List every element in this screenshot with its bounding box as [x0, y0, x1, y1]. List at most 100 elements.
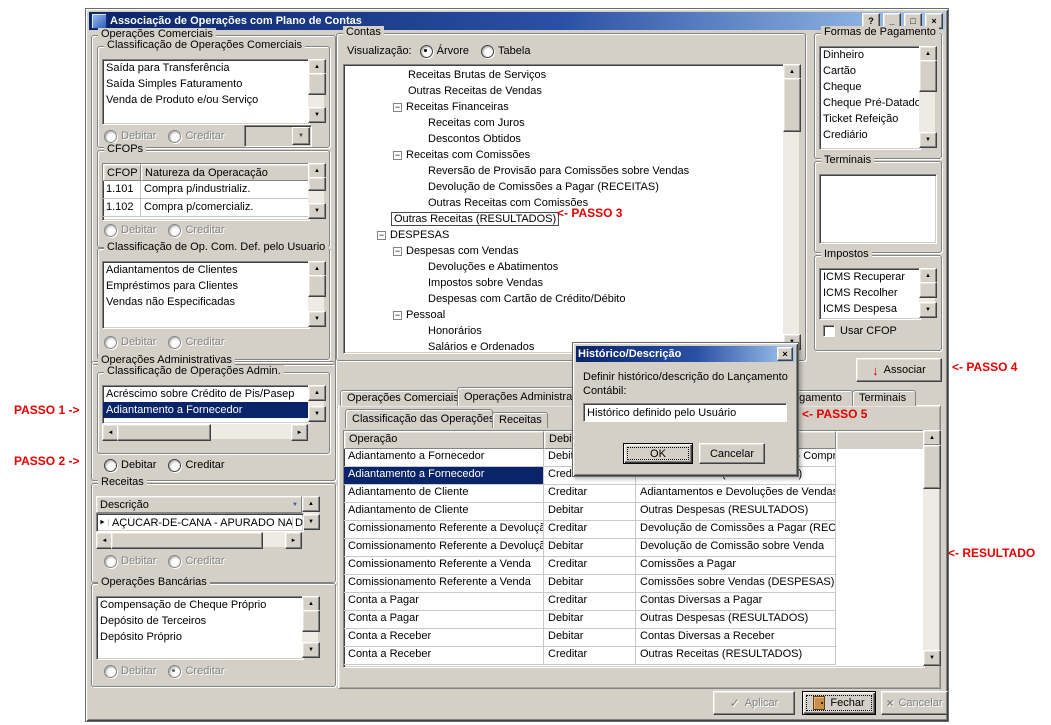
- cfop-row[interactable]: 1.102 Compra p/comercializ.: [103, 199, 309, 217]
- grid-row[interactable]: Comissionamento Referente a Devolução De…: [344, 539, 924, 557]
- radio-creditar[interactable]: [168, 459, 181, 472]
- tree-item[interactable]: Impostos sobre Vendas: [344, 275, 784, 291]
- vertical-scrollbar[interactable]: ▲ ▼: [308, 385, 324, 422]
- tree-item[interactable]: Devoluções e Abatimentos: [344, 259, 784, 275]
- natureza-cell[interactable]: Compra p/industrializ.: [141, 181, 309, 199]
- tree-item[interactable]: −Despesas com Vendas: [344, 243, 784, 259]
- list-item[interactable]: Vendas não Especificadas: [103, 294, 309, 310]
- receitas-row[interactable]: ► AÇÚCAR-DE-CANA - APURADO NA DAPI D: [96, 513, 304, 532]
- collapse-icon[interactable]: −: [393, 103, 402, 112]
- filter-icon[interactable]: ▼: [292, 502, 298, 508]
- grid-cell[interactable]: Debitar: [544, 575, 636, 593]
- grid-cell[interactable]: Comissionamento Referente a Devolução: [344, 521, 544, 539]
- list-item[interactable]: Depósito Próprio: [97, 629, 303, 645]
- collapse-icon[interactable]: −: [393, 311, 402, 320]
- tab-terminais[interactable]: Terminais: [852, 390, 916, 406]
- subtab-classificacao-operacoes[interactable]: Classificação das Operações: [345, 409, 493, 428]
- scrollbar-thumb[interactable]: [111, 532, 263, 549]
- list-item[interactable]: Saída Simples Faturamento: [103, 76, 309, 92]
- list-item[interactable]: Ticket Refeição: [820, 111, 920, 127]
- grid-cell[interactable]: Debitar: [544, 629, 636, 647]
- dialog-close-icon[interactable]: ×: [777, 347, 793, 361]
- scroll-down-icon[interactable]: ▼: [302, 514, 320, 530]
- vertical-scrollbar[interactable]: ▲ ▼: [302, 496, 318, 530]
- tree-item[interactable]: −Receitas Financeiras: [344, 99, 784, 115]
- list-item[interactable]: Compensação de Cheque Próprio: [97, 597, 303, 613]
- tree-item[interactable]: Receitas Brutas de Serviços: [344, 67, 784, 83]
- list-item-selected[interactable]: Adiantamento a Fornecedor: [103, 402, 309, 418]
- grid-cell[interactable]: Outras Receitas (RESULTADOS): [636, 647, 836, 665]
- vertical-scrollbar[interactable]: ▲ ▼: [308, 261, 324, 327]
- grid-row[interactable]: Conta a Receber Creditar Outras Receitas…: [344, 647, 924, 665]
- list-item[interactable]: Saída para Transferência: [103, 60, 309, 76]
- cfop-cell[interactable]: 1.102: [103, 199, 141, 217]
- scrollbar-thumb[interactable]: [302, 610, 320, 632]
- scrollbar-thumb[interactable]: [783, 78, 801, 132]
- tree-item[interactable]: Descontos Obtidos: [344, 131, 784, 147]
- scroll-down-icon[interactable]: ▼: [923, 650, 941, 666]
- grid-row[interactable]: Comissionamento Referente a Venda Credit…: [344, 557, 924, 575]
- list-impostos[interactable]: ICMS Recuperar ICMS Recolher ICMS Despes…: [819, 268, 921, 320]
- list-item[interactable]: Cheque Pré-Datado: [820, 95, 920, 111]
- grid-row[interactable]: Conta a Receber Debitar Contas Diversas …: [344, 629, 924, 647]
- scrollbar-thumb[interactable]: [919, 282, 937, 298]
- grid-cell[interactable]: Conta a Receber: [344, 647, 544, 665]
- list-item[interactable]: Cartão: [820, 63, 920, 79]
- natureza-cell[interactable]: Compra p/comercializ.: [141, 199, 309, 217]
- scroll-down-icon[interactable]: ▼: [308, 203, 326, 219]
- scrollbar-thumb[interactable]: [117, 424, 211, 441]
- list-item[interactable]: Adiantamentos de Clientes: [103, 262, 309, 278]
- descricao-column-header[interactable]: Descrição ▼: [96, 496, 302, 513]
- grid-row[interactable]: Conta a Pagar Debitar Outras Despesas (R…: [344, 611, 924, 629]
- grid-header-operacao[interactable]: Operação: [344, 431, 544, 449]
- collapse-icon[interactable]: −: [393, 247, 402, 256]
- collapse-icon[interactable]: −: [393, 151, 402, 160]
- natureza-column-header[interactable]: Natureza da Operacação: [141, 164, 309, 181]
- tree-item[interactable]: −DESPESAS: [344, 227, 784, 243]
- associar-button[interactable]: ↓ Associar: [856, 358, 942, 382]
- grid-row[interactable]: Conta a Pagar Creditar Contas Diversas a…: [344, 593, 924, 611]
- scroll-up-icon[interactable]: ▲: [923, 430, 941, 446]
- cfop-row[interactable]: 1.101 Compra p/industrializ.: [103, 181, 309, 199]
- grid-cell[interactable]: Conta a Receber: [344, 629, 544, 647]
- vertical-scrollbar[interactable]: ▲ ▼: [919, 46, 935, 148]
- list-item[interactable]: Empréstimos para Clientes: [103, 278, 309, 294]
- grid-cell[interactable]: Comissionamento Referente a Devolução: [344, 539, 544, 557]
- fechar-button[interactable]: Fechar: [802, 691, 876, 715]
- radio-tabela[interactable]: [481, 45, 494, 58]
- grid-cell[interactable]: Adiantamento a Fornecedor: [344, 467, 544, 485]
- tree-item[interactable]: −Pessoal: [344, 307, 784, 323]
- scrollbar-thumb[interactable]: [308, 177, 326, 191]
- vertical-scrollbar[interactable]: ▲ ▼: [919, 268, 935, 318]
- grid-cell[interactable]: Debitar: [544, 611, 636, 629]
- grid-row[interactable]: Adiantamento de Cliente Creditar Adianta…: [344, 485, 924, 503]
- list-def-usuario[interactable]: Adiantamentos de Clientes Empréstimos pa…: [102, 261, 310, 329]
- tree-item[interactable]: −Receitas com Comissões: [344, 147, 784, 163]
- dialog-title-bar[interactable]: Histórico/Descrição ×: [576, 346, 795, 362]
- scroll-down-icon[interactable]: ▼: [919, 302, 937, 318]
- scrollbar-thumb[interactable]: [308, 73, 326, 95]
- scroll-right-icon[interactable]: ►: [291, 424, 308, 441]
- grid-cell[interactable]: Adiantamento de Cliente: [344, 503, 544, 521]
- grid-cell[interactable]: Adiantamento a Fornecedor: [344, 449, 544, 467]
- list-item[interactable]: Depósito de Terceiros: [97, 613, 303, 629]
- scroll-down-icon[interactable]: ▼: [308, 107, 326, 123]
- cfop-grid[interactable]: CFOP ▲ Natureza da Operacação 1.101 Comp…: [102, 163, 310, 221]
- grid-cell[interactable]: Comissionamento Referente a Venda: [344, 575, 544, 593]
- tab-operacoes-comerciais[interactable]: Operações Comerciais: [340, 390, 458, 406]
- list-terminais[interactable]: [819, 174, 937, 244]
- list-item[interactable]: ICMS Despesa: [820, 301, 920, 317]
- grid-row[interactable]: Comissionamento Referente a Devolução Cr…: [344, 521, 924, 539]
- grid-cell[interactable]: Devolução de Comissões a Pagar (RECEITAS…: [636, 521, 836, 539]
- scroll-down-icon[interactable]: ▼: [308, 311, 326, 327]
- tree-item[interactable]: Honorários: [344, 323, 784, 339]
- grid-cell[interactable]: Conta a Pagar: [344, 593, 544, 611]
- grid-row[interactable]: Adiantamento de Cliente Debitar Outras D…: [344, 503, 924, 521]
- scrollbar-thumb[interactable]: [923, 445, 941, 489]
- grid-cell[interactable]: Adiantamento de Cliente: [344, 485, 544, 503]
- tree-item[interactable]: Outras Receitas de Vendas: [344, 83, 784, 99]
- vertical-scrollbar[interactable]: ▲ ▼: [308, 59, 324, 123]
- tree-item[interactable]: Receitas com Juros: [344, 115, 784, 131]
- grid-cell[interactable]: Adiantamentos e Devoluções de Vendas: [636, 485, 836, 503]
- grid-cell[interactable]: Debitar: [544, 539, 636, 557]
